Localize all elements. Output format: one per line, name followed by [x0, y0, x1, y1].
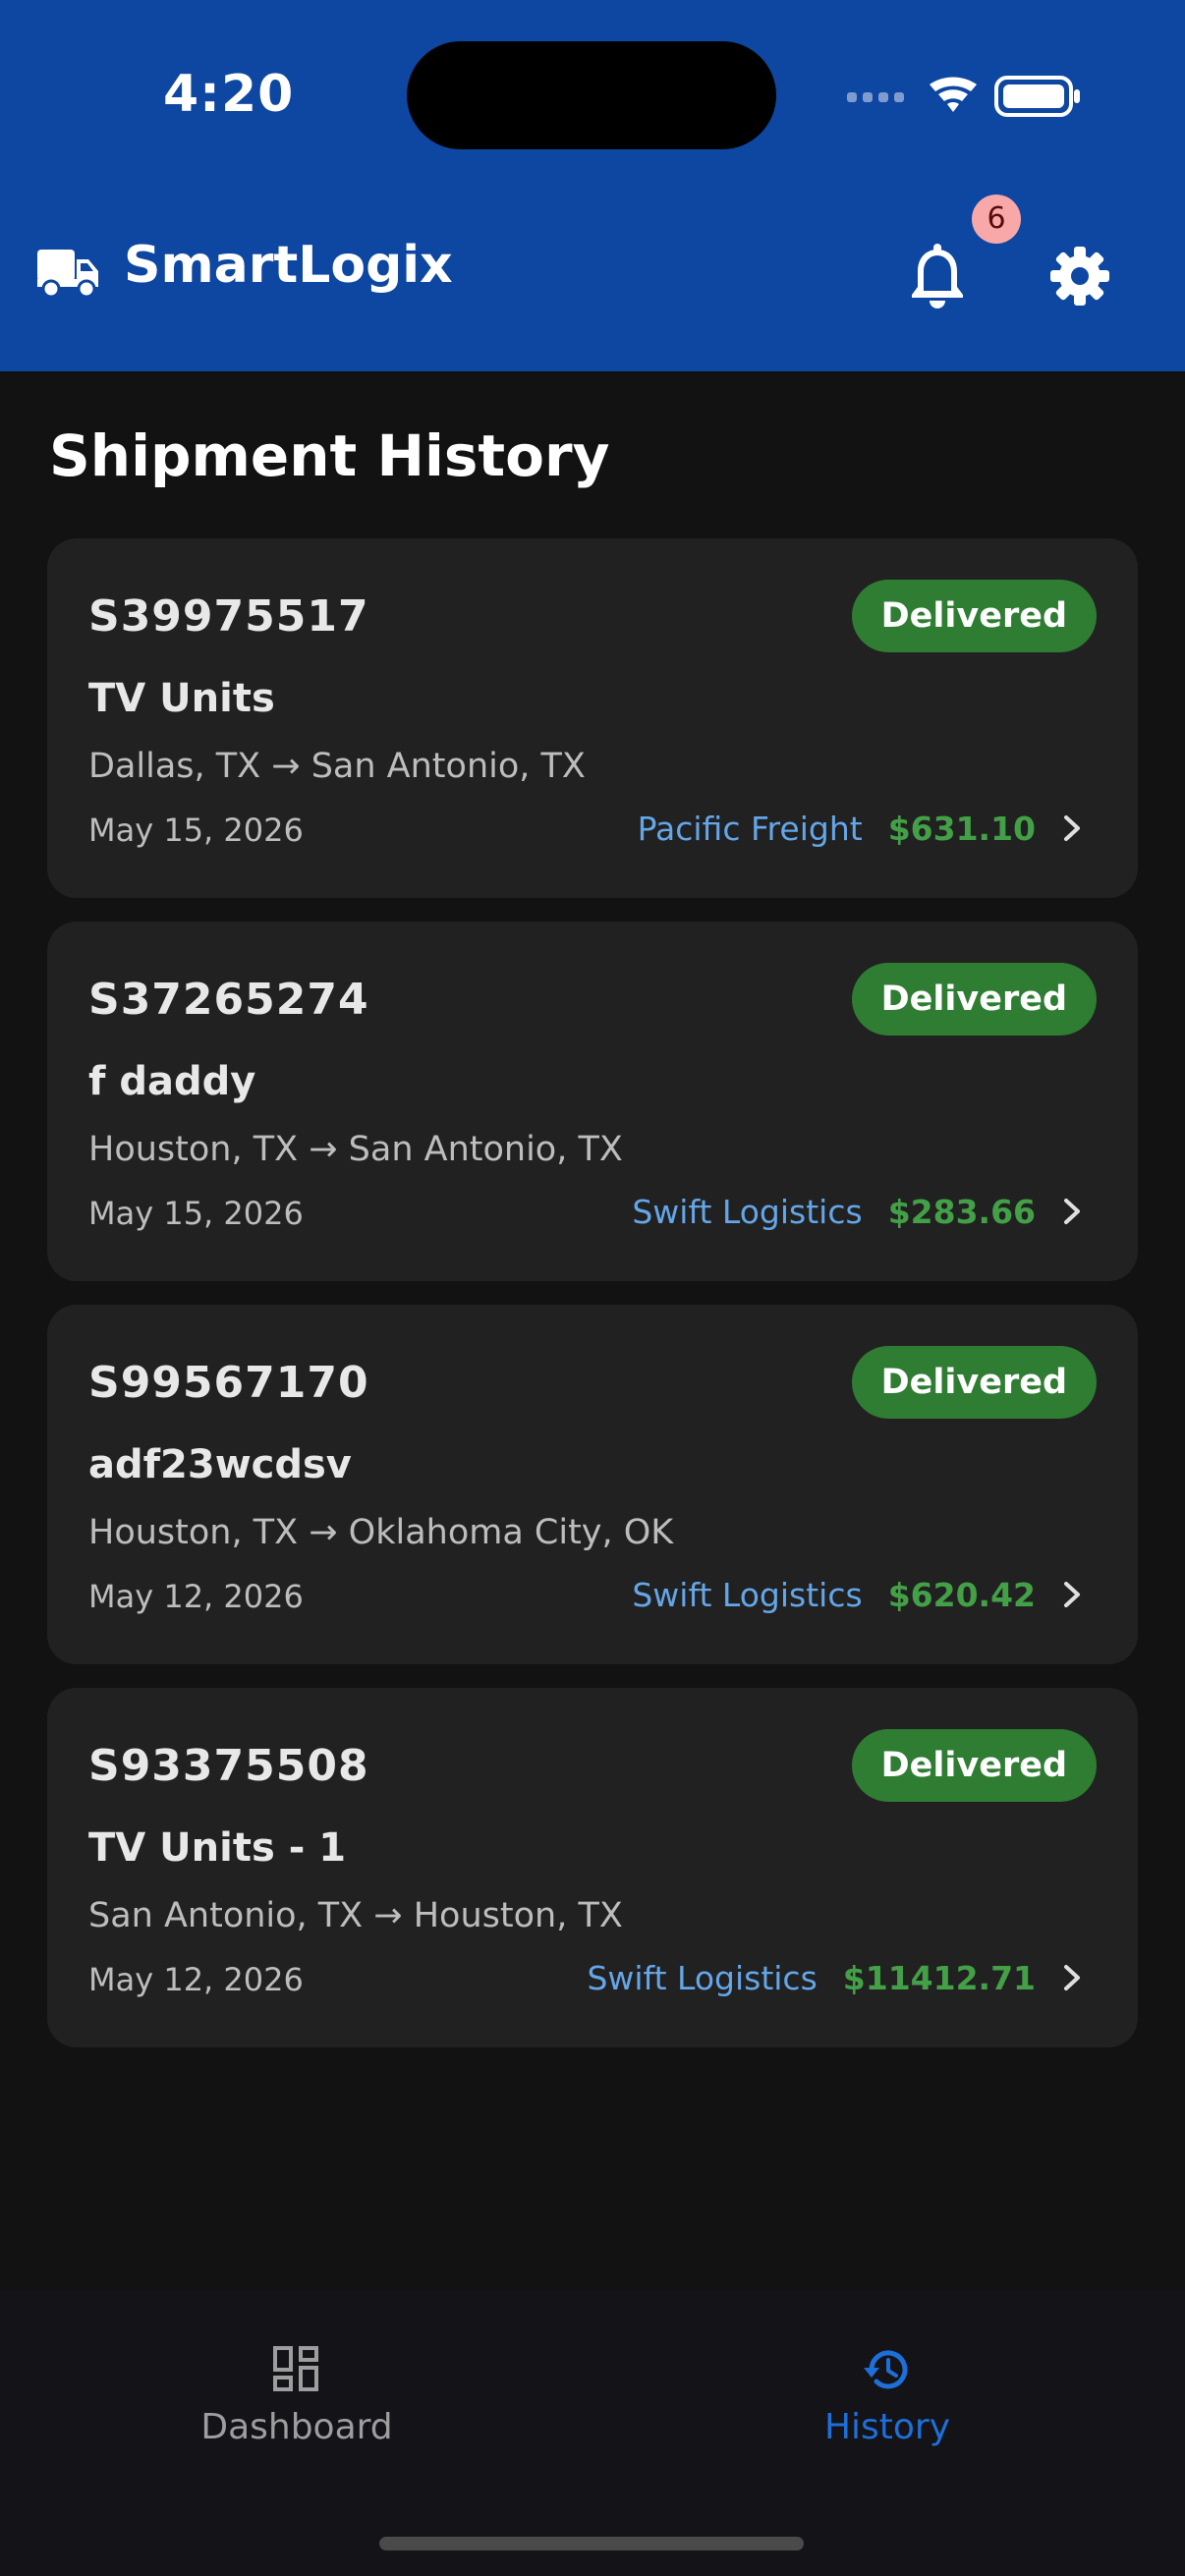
bell-icon[interactable] [906, 244, 969, 310]
shipment-route: Houston, TX → San Antonio, TX [88, 1130, 623, 1169]
shipment-price: $283.66 [887, 1192, 1036, 1231]
shipment-id: S37265274 [88, 975, 369, 1025]
app-title: SmartLogix [124, 236, 453, 295]
shipment-meta: Swift Logistics $11412.71 [587, 1955, 1087, 2000]
shipment-id: S99567170 [88, 1358, 369, 1408]
carrier-name: Swift Logistics [632, 1192, 863, 1231]
status-badge: Delivered [851, 963, 1097, 1036]
shipment-price: $620.42 [887, 1575, 1036, 1614]
nav-label-history: History [823, 2407, 951, 2447]
shipment-id: S39975517 [88, 591, 369, 642]
cellular-signal-icon [847, 92, 904, 102]
shipment-date: May 12, 2026 [88, 1578, 304, 1615]
shipment-card[interactable]: S39975517 Delivered TV Units Dallas, TX … [47, 538, 1138, 898]
battery-icon [994, 76, 1080, 117]
dashboard-icon [273, 2346, 318, 2391]
carrier-name: Swift Logistics [587, 1958, 818, 1997]
chevron-right-icon [1064, 1199, 1080, 1224]
shipment-meta: Pacific Freight $631.10 [638, 806, 1087, 851]
nav-item-dashboard[interactable]: Dashboard [100, 2344, 493, 2447]
status-badge: Delivered [851, 1346, 1097, 1419]
shipment-meta: Swift Logistics $620.42 [632, 1572, 1087, 1617]
shipment-id: S93375508 [88, 1741, 369, 1791]
app-header: 4:20 SmartLogix 6 [0, 0, 1185, 371]
nav-item-history[interactable]: History [691, 2344, 1084, 2447]
notification-badge: 6 [972, 195, 1021, 244]
status-badge: Delivered [851, 580, 1097, 652]
shipment-route: Dallas, TX → San Antonio, TX [88, 747, 586, 786]
status-time: 4:20 [163, 65, 295, 124]
carrier-name: Swift Logistics [632, 1575, 863, 1614]
home-indicator [379, 2537, 804, 2550]
page-title: Shipment History [49, 422, 610, 489]
chevron-right-icon [1064, 1582, 1080, 1607]
bottom-navigation: Dashboard History [0, 2289, 1185, 2576]
shipment-meta: Swift Logistics $283.66 [632, 1189, 1087, 1234]
shipment-price: $631.10 [887, 809, 1036, 848]
shipment-card[interactable]: S37265274 Delivered f daddy Houston, TX … [47, 922, 1138, 1281]
dynamic-island [407, 41, 776, 149]
shipment-card[interactable]: S93375508 Delivered TV Units - 1 San Ant… [47, 1688, 1138, 2047]
shipment-price: $11412.71 [842, 1958, 1036, 1997]
shipment-date: May 12, 2026 [88, 1961, 304, 1998]
status-badge: Delivered [851, 1729, 1097, 1802]
shipment-date: May 15, 2026 [88, 812, 304, 849]
chevron-right-icon [1064, 815, 1080, 841]
gear-icon[interactable] [1049, 246, 1110, 307]
status-icons [847, 76, 1080, 117]
shipment-date: May 15, 2026 [88, 1195, 304, 1232]
wifi-icon [930, 77, 977, 112]
shipment-item: TV Units - 1 [88, 1825, 347, 1871]
shipment-card[interactable]: S99567170 Delivered adf23wcdsv Houston, … [47, 1305, 1138, 1664]
chevron-right-icon [1064, 1965, 1080, 1990]
history-icon [864, 2350, 908, 2389]
carrier-name: Pacific Freight [637, 809, 863, 848]
nav-label-dashboard: Dashboard [200, 2407, 393, 2447]
shipment-item: f daddy [88, 1059, 256, 1104]
shipment-route: San Antonio, TX → Houston, TX [88, 1896, 623, 1935]
shipment-item: TV Units [88, 676, 275, 721]
shipment-item: adf23wcdsv [88, 1442, 352, 1487]
shipment-route: Houston, TX → Oklahoma City, OK [88, 1513, 674, 1552]
truck-icon [37, 250, 98, 299]
